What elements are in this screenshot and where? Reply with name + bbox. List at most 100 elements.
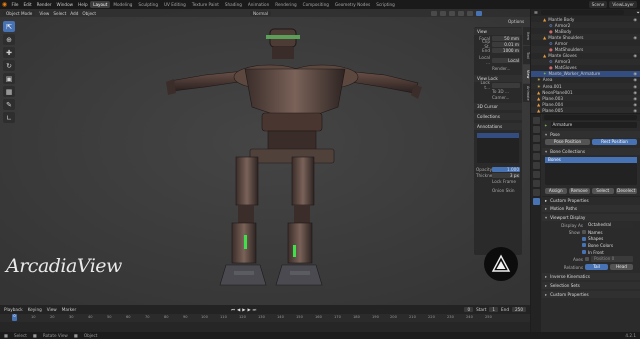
material-shading-icon[interactable] — [476, 10, 482, 16]
annotation-layer-list[interactable] — [477, 133, 519, 163]
play-icon[interactable]: ▶ — [242, 307, 245, 312]
bone-collection-item[interactable]: Bones — [545, 157, 637, 163]
scene-tab-icon[interactable] — [532, 153, 540, 160]
lock-frame-row[interactable]: Lock Frame — [474, 178, 522, 184]
viewport-menu-view[interactable]: View — [39, 11, 49, 16]
3d-viewport[interactable]: Object Mode View Select Add Object Norma… — [0, 9, 530, 305]
menu-file[interactable]: File — [9, 2, 21, 7]
workspace-tab-compositing[interactable]: Compositing — [300, 1, 332, 8]
filter-icon[interactable]: ⏷ — [637, 10, 640, 15]
xray-icon[interactable] — [458, 10, 464, 16]
clip-start-row[interactable]: Clip St. 0.01 m — [474, 39, 522, 49]
view-section-header[interactable]: View — [474, 28, 522, 35]
rotate-tool-icon[interactable]: ↻ — [3, 60, 15, 71]
visibility-icon[interactable]: ◉ — [633, 35, 640, 40]
view-layer-tab-icon[interactable] — [532, 144, 540, 151]
visibility-icon[interactable]: ◉ — [633, 84, 640, 89]
onion-skin-row[interactable]: Onion Skin — [474, 187, 522, 193]
bone-collections-section-header[interactable]: ▾ Bone Collections — [542, 148, 640, 155]
sidebar-tab-item[interactable]: Item — [523, 27, 530, 45]
assign-button[interactable]: Assign — [545, 188, 567, 194]
annotation-thickness-row[interactable]: Thickness 3 px — [474, 172, 522, 178]
relations-head-button[interactable]: Head — [610, 264, 633, 271]
move-tool-icon[interactable]: ✚ — [3, 47, 15, 58]
motion-paths-section-header[interactable]: ▸ Motion Paths — [542, 205, 640, 212]
inverse-kinematics-section-header[interactable]: ▸ Inverse Kinematics — [542, 273, 640, 281]
view-layer-field[interactable]: ViewLayer — [609, 1, 637, 8]
menu-render[interactable]: Render — [34, 2, 54, 7]
relations-tail-button[interactable]: Tail — [585, 264, 608, 271]
visibility-icon[interactable]: ◉ — [633, 108, 640, 113]
viewport-menu-select[interactable]: Select — [53, 11, 66, 16]
pose-position-button[interactable]: Pose Position — [545, 139, 590, 145]
workspace-tab-sculpting[interactable]: Sculpting — [135, 1, 161, 8]
show-shapes-checkbox[interactable]: Shapes — [582, 236, 640, 243]
annotate-tool-icon[interactable]: ✎ — [3, 99, 15, 110]
visibility-icon[interactable]: ◉ — [633, 53, 640, 58]
visibility-icon[interactable] — [431, 10, 437, 16]
timeline-menu-keying[interactable]: Keying — [28, 307, 42, 312]
viewport-menu-add[interactable]: Add — [70, 11, 78, 16]
in-front-checkbox[interactable]: In Front — [582, 249, 640, 256]
cursor-tool-icon[interactable]: ⊕ — [3, 34, 15, 45]
rest-position-button[interactable]: Rest Position — [592, 139, 637, 145]
workspace-tab-scripting[interactable]: Scripting — [373, 1, 398, 8]
workspace-tab-shading[interactable]: Shading — [222, 1, 245, 8]
timeline-menu-playback[interactable]: Playback — [4, 307, 23, 312]
lock-camera-row[interactable]: Camer... — [474, 94, 522, 100]
frame-ruler[interactable]: 0 10 20 30 40 50 60 70 80 90 100 110 120… — [0, 314, 530, 322]
3d-cursor-section-header[interactable]: 3D Cursor — [474, 103, 522, 110]
jump-start-icon[interactable]: ⏮ — [231, 307, 235, 312]
custom-properties-section-header[interactable]: ▸ Custom Properties — [542, 291, 640, 299]
bone-collection-list[interactable]: Bones — [545, 157, 637, 185]
transform-tool-icon[interactable]: ▦ — [3, 86, 15, 97]
options-button[interactable]: Options — [508, 19, 524, 24]
properties-search-input[interactable] — [544, 115, 637, 120]
outliner-editor-icon[interactable]: ☰ — [534, 10, 538, 15]
workspace-tab-animation[interactable]: Animation — [245, 1, 272, 8]
sidebar-tab-animate[interactable]: Animate — [523, 84, 530, 102]
world-tab-icon[interactable] — [532, 162, 540, 169]
annotation-opacity-row[interactable]: Opacity 1.000 — [474, 166, 522, 172]
sidebar-tab-tool[interactable]: Tool — [523, 46, 530, 64]
gizmo-icon[interactable] — [440, 10, 446, 16]
visibility-icon[interactable]: ◉ — [633, 96, 640, 101]
tool-tab-icon[interactable] — [532, 117, 540, 124]
show-bone-colors-checkbox[interactable]: Bone Colors — [582, 242, 640, 249]
modifier-tab-icon[interactable] — [532, 180, 540, 187]
blender-logo-icon[interactable]: ◉ — [0, 0, 9, 9]
visibility-icon[interactable]: ◉ — [633, 17, 640, 22]
show-names-checkbox[interactable]: Show Names — [542, 229, 640, 236]
custom-properties-subsection[interactable]: ▸ Custom Properties — [542, 196, 640, 203]
render-tab-icon[interactable] — [532, 126, 540, 133]
visibility-icon[interactable]: ◉ — [633, 102, 640, 107]
armature-name-field[interactable]: Armature — [550, 122, 637, 128]
remove-button[interactable]: Remove — [568, 188, 590, 194]
workspace-tab-modeling[interactable]: Modeling — [110, 1, 135, 8]
visibility-icon[interactable]: ◉ — [633, 90, 640, 95]
select-button[interactable]: Select — [592, 188, 614, 194]
pose-section-header[interactable]: ▾ Pose — [542, 131, 640, 138]
timeline-menu-marker[interactable]: Marker — [62, 307, 76, 312]
solid-shading-icon[interactable] — [467, 10, 473, 16]
mode-dropdown[interactable]: Object Mode — [3, 10, 36, 16]
next-key-icon[interactable]: ▶ — [247, 307, 250, 312]
jump-end-icon[interactable]: ⏭ — [253, 307, 257, 312]
object-tab-icon[interactable] — [532, 171, 540, 178]
measure-tool-icon[interactable]: ∟ — [3, 112, 15, 123]
viewport-display-section-header[interactable]: ▾ Viewport Display — [542, 214, 640, 221]
visibility-icon[interactable]: ◉ — [633, 71, 640, 76]
outliner-search-input[interactable] — [540, 10, 624, 15]
timeline-menu-view[interactable]: View — [47, 307, 57, 312]
menu-window[interactable]: Window — [54, 2, 76, 7]
clip-end-row[interactable]: End 1000 m — [474, 47, 522, 53]
visibility-icon[interactable]: ◉ — [633, 77, 640, 82]
playhead[interactable]: 0 — [12, 314, 17, 321]
viewport-menu-object[interactable]: Object — [82, 11, 96, 16]
sidebar-tab-view[interactable]: View — [523, 65, 530, 83]
workspace-tab-uv-editing[interactable]: UV Editing — [161, 1, 189, 8]
annotations-section-header[interactable]: Annotations — [474, 123, 522, 130]
prev-key-icon[interactable]: ◀ — [237, 307, 240, 312]
start-frame-field[interactable]: 1 — [489, 306, 499, 312]
axes-checkbox[interactable] — [585, 257, 589, 262]
